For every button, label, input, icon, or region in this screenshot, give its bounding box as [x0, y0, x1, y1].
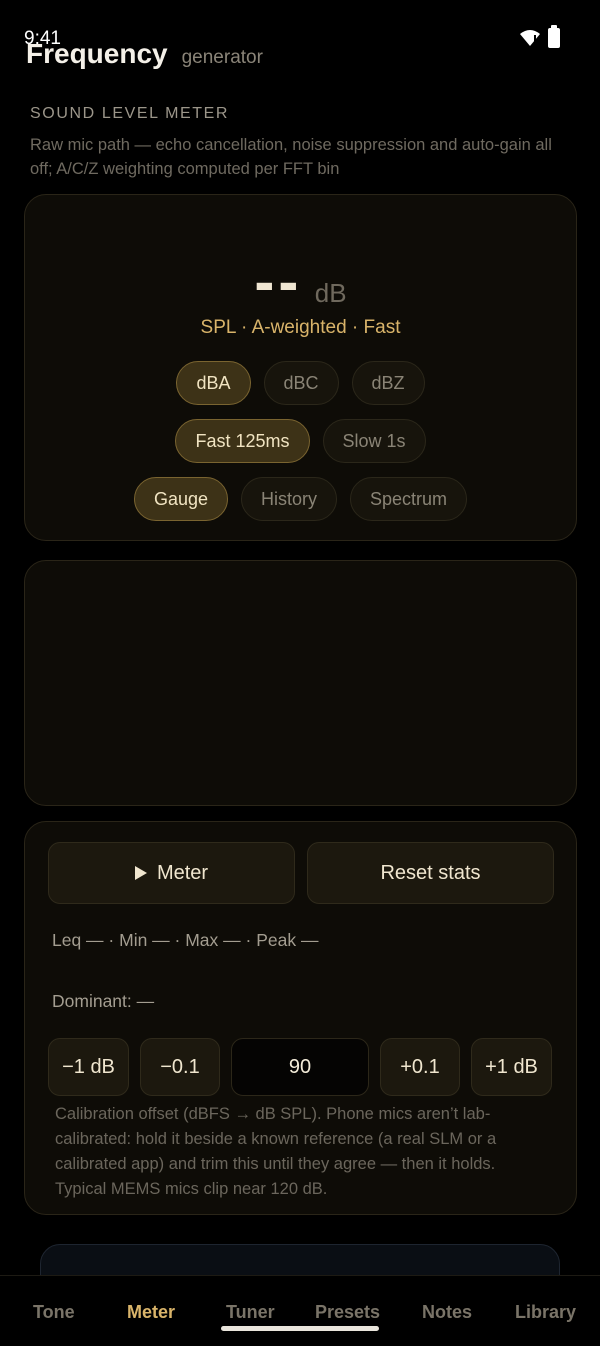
view-selector: Gauge History Spectrum [25, 477, 576, 521]
meter-button-label: Meter [156, 861, 209, 884]
chip-fast[interactable]: Fast 125ms [175, 419, 310, 463]
nav-library[interactable]: Library [515, 1302, 576, 1323]
meter-button[interactable]: Meter [48, 842, 295, 904]
cal-minus-01-button[interactable]: −0.1 [140, 1038, 220, 1096]
mode-caption: SPL · A-weighted · Fast [200, 317, 401, 338]
action-buttons: Meter Reset stats [48, 842, 554, 904]
readout-card: -- dB SPL · A-weighted · Fast dBA dBC dB… [24, 194, 577, 541]
chip-dbc[interactable]: dBC [263, 361, 339, 405]
nav-notes[interactable]: Notes [422, 1302, 472, 1323]
chip-spectrum[interactable]: Spectrum [350, 477, 468, 521]
nav-tuner[interactable]: Tuner [226, 1302, 275, 1323]
level-value: -- [254, 248, 303, 315]
weighting-selector: dBA dBC dBZ [25, 361, 576, 405]
stats-line: Leq — · Min — · Max — · Peak — [52, 930, 319, 950]
bottom-nav: Tone Meter Tuner Presets Notes Library [0, 1275, 600, 1346]
play-icon [134, 866, 147, 880]
response-selector: Fast 125ms Slow 1s [25, 419, 576, 463]
battery-icon [548, 25, 560, 48]
status-icons [520, 25, 560, 48]
chip-history[interactable]: History [241, 477, 338, 521]
level-readout: -- dB [25, 247, 576, 316]
reset-stats-button[interactable]: Reset stats [307, 842, 554, 904]
app-header: Frequency generator [26, 38, 263, 70]
section-label: SOUND LEVEL METER [30, 105, 230, 122]
chip-dba[interactable]: dBA [176, 361, 251, 405]
visualization-panel [24, 560, 577, 806]
cal-plus-1-button[interactable]: +1 dB [471, 1038, 552, 1096]
chip-dbz[interactable]: dBZ [351, 361, 425, 405]
calibration-row: −1 dB −0.1 90 +0.1 +1 dB [48, 1038, 554, 1096]
cal-plus-01-button[interactable]: +0.1 [380, 1038, 460, 1096]
controls-card: Meter Reset stats Leq — · Min — · Max — … [24, 821, 577, 1215]
app-title: Frequency [26, 38, 168, 69]
dominant-frequency: Dominant: — [52, 991, 155, 1011]
cal-minus-1-button[interactable]: −1 dB [48, 1038, 129, 1096]
section-description: Raw mic path — echo cancellation, noise … [30, 136, 552, 178]
wifi-icon [520, 30, 540, 46]
chip-gauge[interactable]: Gauge [133, 477, 228, 521]
nav-tone[interactable]: Tone [33, 1302, 75, 1323]
level-unit: dB [314, 278, 347, 308]
home-indicator[interactable] [221, 1326, 379, 1331]
app-subtitle: generator [181, 47, 263, 68]
nav-meter[interactable]: Meter [127, 1302, 175, 1323]
chip-slow[interactable]: Slow 1s [322, 419, 426, 463]
nav-presets[interactable]: Presets [315, 1302, 380, 1323]
calibration-offset-input[interactable]: 90 [231, 1038, 369, 1096]
calibration-help: Calibration offset (dBFS → dB SPL). Phon… [55, 1105, 497, 1198]
